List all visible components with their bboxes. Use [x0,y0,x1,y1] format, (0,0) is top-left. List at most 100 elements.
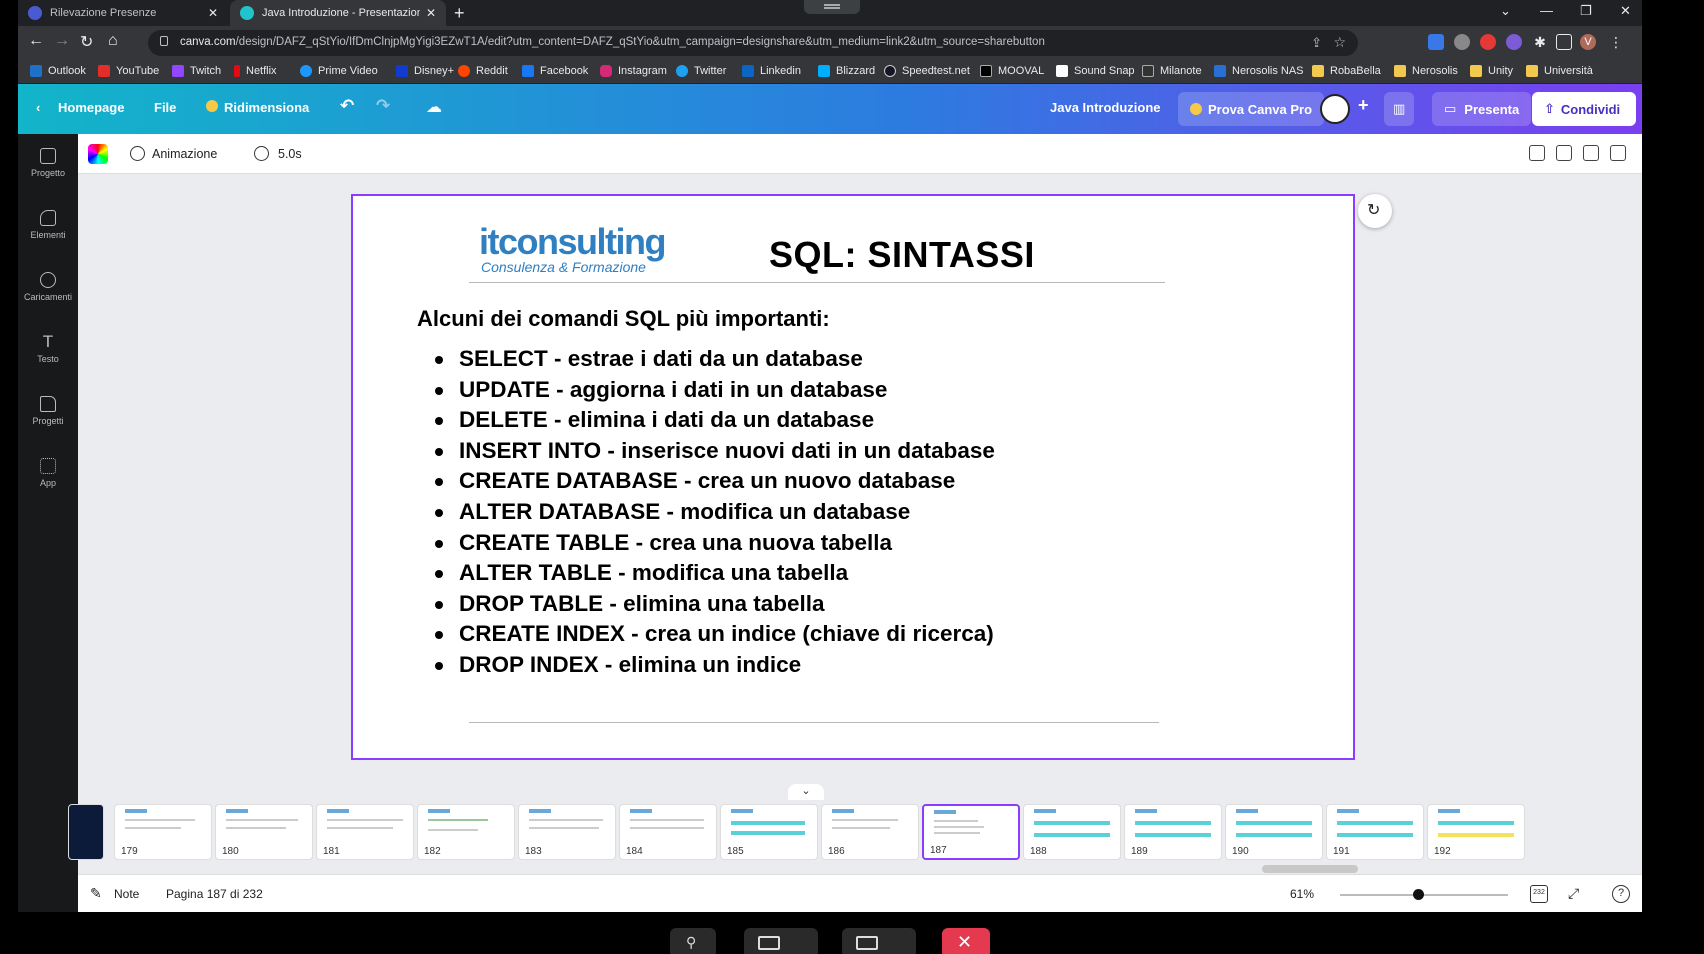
bookmark-twitch[interactable]: Twitch [172,65,221,77]
sidebar-item-elementi[interactable]: Elementi [18,196,78,256]
back-icon[interactable]: ← [28,32,44,50]
bookmark-unity[interactable]: Unity [1470,65,1513,77]
fullscreen-icon[interactable]: ⤢ [1568,885,1579,902]
sidebar-item-testo[interactable]: T Testo [18,320,78,380]
thumbnail-scrollbar[interactable] [1262,865,1358,873]
bookmark-nerosolis[interactable]: Nerosolis [1394,65,1458,77]
bookmark-sound-snap[interactable]: Sound Snap [1056,65,1135,77]
present-button[interactable]: ▭ Presenta [1432,92,1532,126]
mute-microphone-button[interactable]: ⚲ [670,928,716,954]
bookmark-linkedin[interactable]: Linkedin [742,65,801,77]
trash-icon[interactable] [1610,145,1626,161]
thumbnail-186[interactable]: 186 [821,804,919,860]
undo-icon[interactable]: ↶ [340,96,354,116]
zoom-slider-handle[interactable] [1413,889,1424,900]
thumbnail-185[interactable]: 185 [720,804,818,860]
duration-button[interactable]: 5.0s [278,147,302,161]
insights-button[interactable]: ▥ [1384,92,1415,126]
close-icon[interactable]: ✕ [426,6,436,20]
thumbnail-187[interactable]: 187 [922,804,1020,860]
thumbnail-184[interactable]: 184 [619,804,717,860]
bookmark-netflix[interactable]: Netflix [234,65,277,77]
shield-extension-icon[interactable] [1480,34,1496,50]
thumbnail-180[interactable]: 180 [215,804,313,860]
share-screen-button[interactable] [842,928,916,954]
tab-rilevazione-presenze[interactable]: Rilevazione Presenze ✕ [18,0,228,26]
extension-icon[interactable] [1506,34,1522,50]
chevron-left-icon[interactable]: ‹ [36,100,40,115]
avatar[interactable] [1320,94,1350,124]
bookmark-twitter[interactable]: Twitter [676,65,726,77]
thumbnail-188[interactable]: 188 [1023,804,1121,860]
bookmark-outlook[interactable]: Outlook [30,65,86,77]
extension-icon[interactable] [1454,34,1470,50]
tab-search-icon[interactable] [804,0,860,14]
refresh-icon[interactable]: ↻ [1358,194,1392,228]
close-icon[interactable]: ✕ [208,6,218,20]
animation-button[interactable]: Animazione [152,147,217,161]
window-close-icon[interactable]: ✕ [1620,3,1631,19]
share-page-icon[interactable]: ⇪ [1311,35,1322,51]
bookmark-youtube[interactable]: YouTube [98,65,159,77]
puzzle-icon[interactable]: ✱ [1532,34,1548,50]
duplicate-icon[interactable] [1583,145,1599,161]
help-icon[interactable]: ? [1612,885,1630,903]
bookmark-disney[interactable]: Disney+ [396,65,454,77]
chevron-down-icon[interactable]: ⌄ [788,784,824,800]
color-picker-swatch[interactable] [88,144,108,164]
bookmark-robabella[interactable]: RobaBella [1312,65,1381,77]
bookmark-mooval[interactable]: MOOVAL [980,65,1044,77]
add-collaborator-icon[interactable]: + [1358,95,1369,116]
file-menu[interactable]: File [154,100,176,115]
home-icon[interactable]: ⌂ [108,32,118,50]
thumbnail-189[interactable]: 189 [1124,804,1222,860]
sidebar-item-progetti[interactable]: Progetti [18,382,78,442]
bookmark-star-icon[interactable]: ☆ [1333,34,1346,51]
add-page-icon[interactable] [1556,145,1572,161]
page-grid-button[interactable]: 232 [1530,885,1548,903]
tab-java-introduzione[interactable]: Java Introduzione - Presentazion ✕ [230,0,446,26]
url-field[interactable]: canva.com/design/DAFZ_qStYio/IfDmClnjpMg… [148,30,1358,56]
thumbnail-192[interactable]: 192 [1427,804,1525,860]
bookmark-prime-video[interactable]: Prime Video [300,65,378,77]
thumbnail-partial[interactable] [68,804,104,860]
thumbnail-181[interactable]: 181 [316,804,414,860]
sidebar-toggle-icon[interactable] [1556,34,1572,50]
notes-button[interactable]: Note [114,887,139,901]
redo-icon[interactable]: ↷ [376,96,390,116]
cloud-saved-icon[interactable]: ☁ [426,97,442,117]
bookmark-facebook[interactable]: Facebook [522,65,588,77]
lock-icon[interactable] [1529,145,1545,161]
thumbnail-191[interactable]: 191 [1326,804,1424,860]
zoom-slider-track[interactable] [1340,894,1508,896]
thumbnail-190[interactable]: 190 [1225,804,1323,860]
restore-icon[interactable]: ❐ [1580,3,1592,19]
try-canva-pro-button[interactable]: Prova Canva Pro [1178,92,1325,126]
bookmark-reddit[interactable]: Reddit [458,65,508,77]
new-tab-icon[interactable]: + [454,3,465,24]
thumbnail-182[interactable]: 182 [417,804,515,860]
forward-icon[interactable]: → [54,32,70,50]
profile-avatar[interactable]: V [1580,34,1596,50]
sidebar-item-caricamenti[interactable]: Caricamenti [18,258,78,318]
reload-icon[interactable]: ↻ [80,32,93,52]
bookmark-nerosolis-nas[interactable]: Nerosolis NAS [1214,65,1304,77]
kebab-menu-icon[interactable]: ⋮ [1608,34,1624,50]
bookmark-universita[interactable]: Università [1526,65,1593,77]
camera-button[interactable] [744,928,818,954]
end-call-button[interactable]: ✕ [942,928,990,954]
slide-187[interactable]: itconsulting Consulenza & Formazione SQL… [351,194,1355,760]
sidebar-item-app[interactable]: App [18,444,78,504]
bookmark-instagram[interactable]: Instagram [600,65,667,77]
translate-extension-icon[interactable] [1428,34,1444,50]
minimize-icon[interactable]: — [1540,3,1553,18]
bookmark-milanote[interactable]: Milanote [1142,65,1202,77]
homepage-link[interactable]: Homepage [58,100,124,115]
chevron-down-icon[interactable]: ⌄ [1500,3,1511,19]
bookmark-blizzard[interactable]: Blizzard [818,65,875,77]
document-title[interactable]: Java Introduzione [1050,100,1161,115]
thumbnail-183[interactable]: 183 [518,804,616,860]
resize-button[interactable]: Ridimensiona [206,100,309,115]
zoom-value[interactable]: 61% [1290,887,1314,901]
bookmark-speedtest[interactable]: Speedtest.net [884,65,970,77]
